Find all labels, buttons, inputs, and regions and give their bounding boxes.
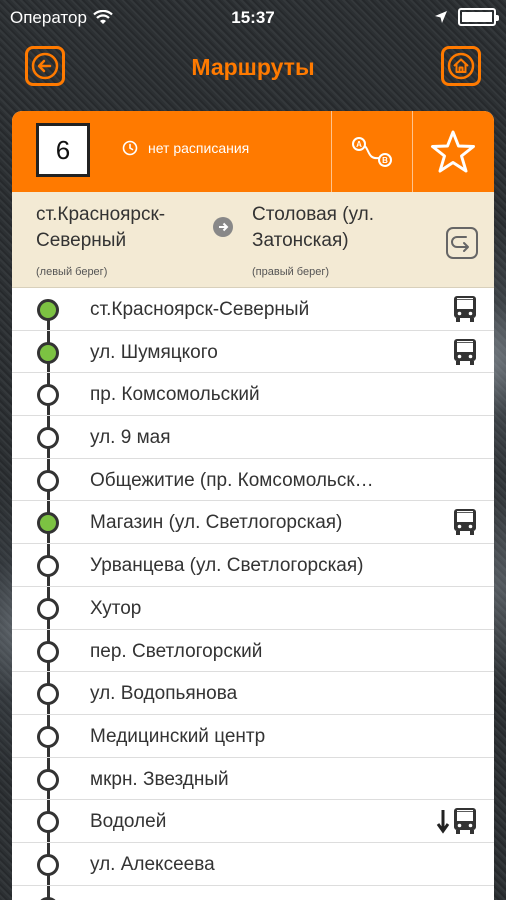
stop-name: Урванцева (ул. Светлогорская) (90, 555, 364, 577)
star-icon (431, 130, 475, 172)
svg-text:B: B (382, 156, 388, 165)
reverse-icon (446, 227, 478, 259)
stop-dot (37, 853, 59, 876)
stop-row[interactable]: пер. Светлогорский (12, 630, 494, 673)
location-arrow-icon (435, 11, 447, 23)
stop-name: пер. Светлогорский (90, 640, 263, 662)
stop-name: Общежитие (пр. Комсомольск… (90, 469, 374, 491)
stop-row[interactable]: ул. Шумяцкого (12, 331, 494, 374)
stop-row[interactable]: Общежитие (пр. Комсомольск… (12, 459, 494, 502)
battery-icon (458, 8, 499, 26)
stop-row[interactable]: Медицинский центр (12, 715, 494, 758)
stop-name: ул. 9 мая (90, 427, 171, 449)
stop-row[interactable]: пр. Комсомольский (12, 373, 494, 417)
route-map-icon: A B (352, 136, 392, 167)
stop-dot (37, 640, 59, 663)
direction-to: Столовая (ул. Затонская) (252, 204, 375, 251)
schedule-status[interactable]: нет расписания (122, 140, 249, 156)
page-title: Маршруты (191, 54, 315, 80)
stop-row[interactable]: Водолей (12, 800, 494, 843)
stop-row[interactable]: ул. 9 мая (12, 416, 494, 459)
route-number: 6 (36, 123, 90, 177)
route-card: 6 нет расписания A B ст.Красноярск-Север… (12, 111, 494, 900)
stop-row[interactable]: ул. Водопьянова (12, 672, 494, 715)
stop-name: Водолей (90, 811, 167, 833)
bus-icon (452, 508, 478, 536)
route-map-button[interactable]: A B (332, 111, 412, 192)
svg-text:A: A (356, 140, 362, 149)
status-right (434, 8, 499, 26)
schedule-label: нет расписания (148, 140, 250, 156)
stop-row[interactable]: Урванцева (ул. Светлогорская) (12, 544, 494, 587)
stop-dot (37, 384, 59, 407)
stop-name: ул. Водопьянова (90, 683, 238, 705)
stop-dot (37, 896, 59, 900)
stop-row[interactable]: ст.Красноярск-Северный (12, 288, 494, 331)
direction-from: ст.Красноярск-Северный (36, 204, 166, 251)
direction-arrow-icon (213, 217, 233, 237)
bus-icon (452, 295, 478, 323)
stop-row[interactable]: Магазин (ул. Светлогорская) (12, 501, 494, 545)
direction-to-bank: (правый берег) (252, 266, 330, 278)
stop-dot (37, 427, 59, 450)
stop-name: ул. Шумяцкого (90, 341, 218, 363)
clock-icon (122, 140, 138, 156)
stop-row[interactable]: ул. Алексеева (12, 843, 494, 886)
stop-dot (37, 725, 59, 748)
reverse-direction-button[interactable] (445, 226, 479, 265)
stop-name: Медицинский центр (90, 725, 266, 747)
stop-row[interactable]: Хутор (12, 587, 494, 630)
stop-dot (37, 683, 59, 706)
stop-name: Хутор (90, 597, 142, 619)
stop-dot (37, 768, 59, 791)
stop-dot (37, 555, 59, 578)
home-button[interactable] (441, 46, 481, 86)
stop-row[interactable]: мкрн. Звездный (12, 758, 494, 801)
status-bar: Оператор 15:37 (0, 0, 506, 40)
direction-from-bank: (левый берег) (36, 266, 108, 278)
stop-name: Магазин (ул. Светлогорская) (90, 512, 343, 534)
stop-dot (37, 469, 59, 492)
stop-active-dot (37, 512, 59, 535)
nav-bar: Маршруты (0, 40, 506, 102)
stop-name: ул. Алексеева (90, 853, 215, 875)
stop-dot (37, 597, 59, 620)
stops-list: ст.Красноярск-Северный ул. Шумяцкого пр. К… (12, 288, 494, 900)
home-icon (447, 52, 475, 80)
stop-name: мкрн. Звездный (90, 768, 229, 790)
route-header: 6 нет расписания A B (12, 111, 494, 192)
bus-icon (452, 338, 478, 366)
bus-arriving-icon (436, 807, 478, 835)
stop-name: пр. Комсомольский (90, 384, 260, 406)
stop-active-dot (37, 299, 59, 321)
stop-row[interactable] (12, 886, 494, 900)
stop-dot (37, 811, 59, 834)
route-direction: ст.Красноярск-Северный Столовая (ул. Зат… (12, 192, 494, 288)
stop-name: ст.Красноярск-Северный (90, 299, 310, 320)
status-time: 15:37 (231, 8, 275, 27)
favorite-button[interactable] (413, 111, 493, 192)
stop-active-dot (37, 341, 59, 364)
